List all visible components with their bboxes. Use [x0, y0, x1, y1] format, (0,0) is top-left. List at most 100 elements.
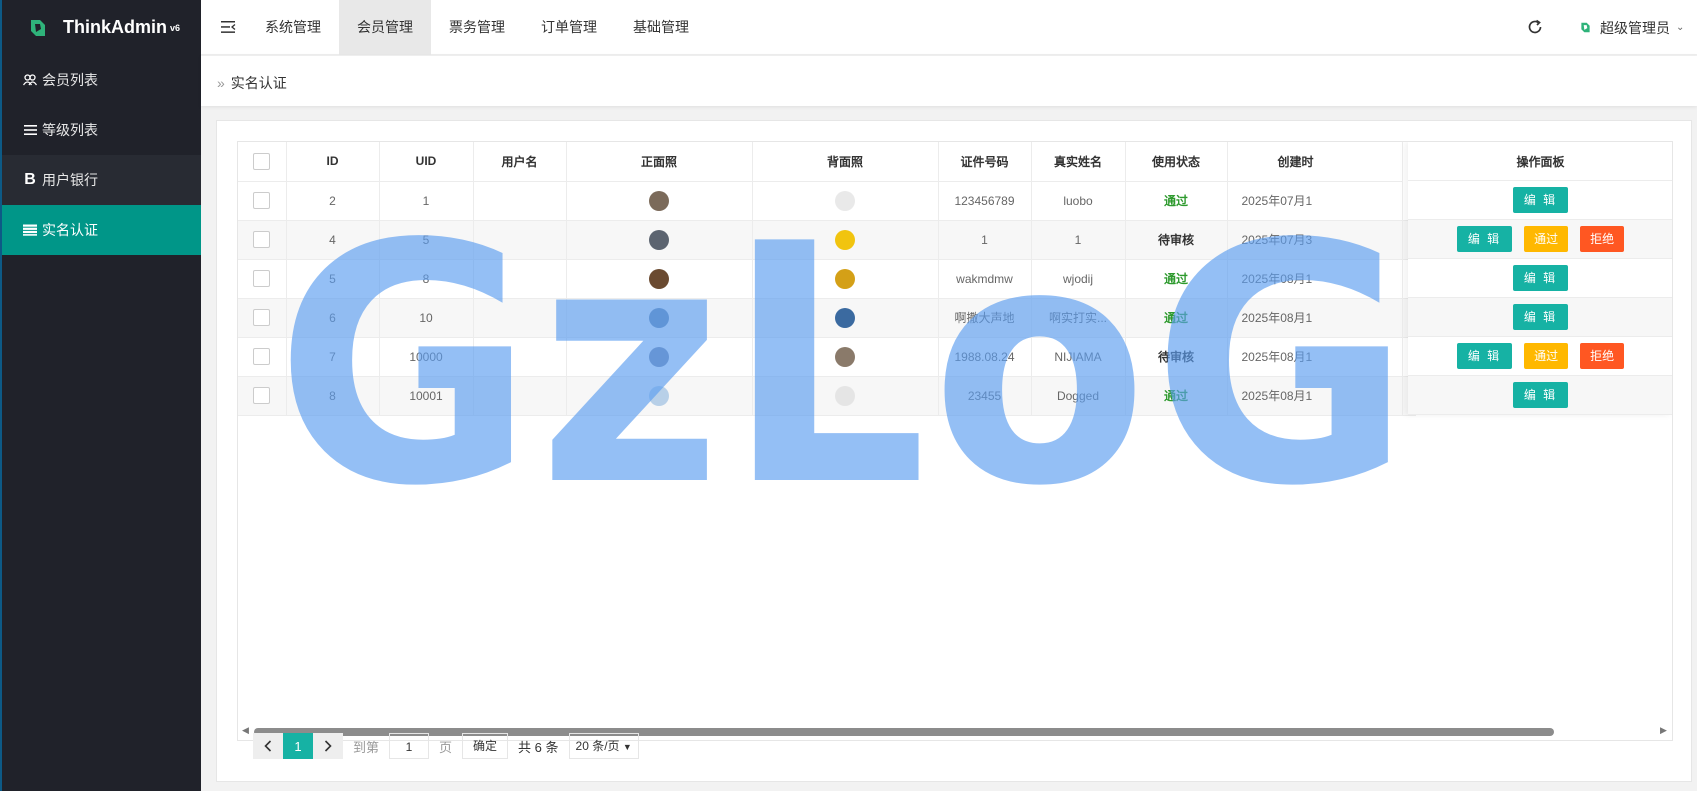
cell-front-photo: [566, 259, 753, 299]
page-size-select[interactable]: 20 条/页 ▼: [568, 733, 639, 759]
row-checkbox[interactable]: [253, 348, 271, 365]
scroll-left-icon[interactable]: ◀: [242, 725, 249, 736]
reject-button[interactable]: 拒绝: [1580, 226, 1625, 252]
cell-uid: 10: [379, 298, 474, 338]
cell-real-name: 啊实打实...: [1031, 298, 1126, 338]
cell-real-name: wjodij: [1031, 259, 1126, 299]
back-photo-thumbnail[interactable]: [835, 268, 855, 289]
table-icon: [22, 224, 38, 236]
edit-button[interactable]: 编 辑: [1512, 304, 1569, 330]
cell-created: 2025年07月3: [1227, 220, 1403, 260]
row-checkbox[interactable]: [253, 387, 271, 404]
nav-basic[interactable]: 基础管理: [615, 0, 707, 55]
front-photo-thumbnail[interactable]: [649, 307, 669, 328]
cell-status: 待审核: [1125, 337, 1228, 377]
cell-username: [473, 259, 567, 299]
reject-button[interactable]: 拒绝: [1580, 343, 1625, 369]
cell-username: [473, 220, 567, 260]
double-chevron-icon: »: [217, 75, 225, 91]
cell-back-photo: [752, 298, 939, 338]
edit-button[interactable]: 编 辑: [1456, 226, 1513, 252]
cell-created: 2025年07月1: [1227, 181, 1403, 221]
edit-button[interactable]: 编 辑: [1512, 187, 1569, 213]
table-row[interactable]: 4 5 1 1 待审核 2025年07月3: [238, 220, 1416, 260]
cell-back-photo: [752, 220, 939, 260]
back-photo-thumbnail[interactable]: [835, 190, 855, 211]
edit-button[interactable]: 编 辑: [1512, 265, 1569, 291]
column-header[interactable]: 真实姓名: [1031, 142, 1126, 182]
user-menu[interactable]: 超级管理员 ⌄: [1579, 0, 1684, 55]
sidebar-item-realname[interactable]: 实名认证: [2, 205, 201, 255]
sidebar-item-level-list[interactable]: 等级列表: [2, 105, 201, 155]
table-row[interactable]: 2 1 123456789 luobo 通过 2025年07月1: [238, 181, 1416, 221]
app-name: ThinkAdmin: [63, 17, 167, 37]
data-table: ID UID 用户名 正面照 背面照 证件号码 真实姓名 使用状态 创建时 21…: [237, 141, 1673, 741]
refresh-icon[interactable]: [1526, 18, 1544, 36]
goto-confirm-button[interactable]: 确定: [462, 733, 509, 759]
table-row[interactable]: 6 10 啊撒大声地 啊实打实... 通过 2025年08月1: [238, 298, 1416, 338]
row-checkbox[interactable]: [253, 192, 271, 209]
back-photo-thumbnail[interactable]: [835, 346, 855, 367]
cell-front-photo: [566, 337, 753, 377]
row-checkbox[interactable]: [253, 231, 271, 248]
status-badge: 待审核: [1157, 233, 1194, 247]
front-photo-thumbnail[interactable]: [649, 385, 669, 406]
cell-id: 7: [286, 337, 380, 377]
scroll-right-icon[interactable]: ▶: [1660, 725, 1667, 736]
table-row[interactable]: 5 8 wakmdmw wjodij 通过 2025年08月1: [238, 259, 1416, 299]
menu-toggle-icon[interactable]: [219, 18, 237, 36]
app-logo[interactable]: ThinkAdmin v6: [2, 0, 201, 55]
column-header[interactable]: 证件号码: [938, 142, 1032, 182]
back-photo-thumbnail[interactable]: [835, 229, 855, 250]
page-number-current[interactable]: 1: [283, 733, 313, 759]
edit-button[interactable]: 编 辑: [1456, 343, 1513, 369]
front-photo-thumbnail[interactable]: [649, 190, 669, 211]
cell-real-name: luobo: [1031, 181, 1126, 221]
nav-member[interactable]: 会员管理: [339, 0, 431, 55]
nav-ticket[interactable]: 票务管理: [431, 0, 523, 55]
cell-username: [473, 298, 567, 338]
sidebar: ThinkAdmin v6 会员列表 等级列表 B 用户银行 实名认证: [0, 0, 201, 791]
edit-button[interactable]: 编 辑: [1512, 382, 1569, 408]
column-header[interactable]: 创建时: [1227, 142, 1403, 182]
cell-back-photo: [752, 259, 939, 299]
sidebar-item-user-bank[interactable]: B 用户银行: [2, 155, 201, 205]
table-row[interactable]: 8 10001 23455 Dogged 通过 2025年08月1: [238, 376, 1416, 416]
user-logo-icon: [1579, 21, 1592, 34]
back-photo-thumbnail[interactable]: [835, 307, 855, 328]
prev-page-button[interactable]: [253, 733, 283, 759]
sidebar-item-member-list[interactable]: 会员列表: [2, 55, 201, 105]
nav-system[interactable]: 系统管理: [247, 0, 339, 55]
front-photo-thumbnail[interactable]: [649, 268, 669, 289]
approve-button[interactable]: 通过: [1524, 226, 1569, 252]
front-photo-thumbnail[interactable]: [649, 346, 669, 367]
column-header[interactable]: UID: [379, 142, 474, 182]
breadcrumb-bar: » 实名认证: [201, 56, 1697, 106]
goto-page-input[interactable]: 1: [389, 733, 430, 759]
row-select-cell: [238, 220, 287, 260]
column-header[interactable]: 使用状态: [1125, 142, 1228, 182]
row-checkbox[interactable]: [253, 309, 271, 326]
status-badge: 通过: [1163, 194, 1188, 208]
row-checkbox[interactable]: [253, 270, 271, 287]
operations-cell: 编 辑: [1408, 181, 1672, 220]
top-header: 系统管理 会员管理 票务管理 订单管理 基础管理 超级管理员 ⌄: [201, 0, 1697, 55]
nav-order[interactable]: 订单管理: [523, 0, 615, 55]
page-size-value: 20 条/页: [575, 739, 620, 753]
approve-button[interactable]: 通过: [1524, 343, 1569, 369]
table-row[interactable]: 7 10000 1988.08.24 NIJIAMA 待审核 2025年08月1: [238, 337, 1416, 377]
total-count: 共 6 条: [518, 739, 559, 755]
operations-column: 操作面板 编 辑编 辑通过 拒绝编 辑编 辑编 辑通过 拒绝编 辑: [1408, 142, 1672, 415]
top-nav: 系统管理 会员管理 票务管理 订单管理 基础管理: [247, 0, 707, 55]
column-header[interactable]: 背面照: [752, 142, 939, 182]
column-header[interactable]: 用户名: [473, 142, 567, 182]
cell-id: 8: [286, 376, 380, 416]
next-page-button[interactable]: [313, 733, 343, 759]
column-header[interactable]: ID: [286, 142, 380, 182]
cell-uid: 1: [379, 181, 474, 221]
column-header[interactable]: 正面照: [566, 142, 753, 182]
status-badge: 通过: [1163, 311, 1188, 325]
select-all-checkbox[interactable]: [253, 152, 271, 170]
front-photo-thumbnail[interactable]: [649, 229, 669, 250]
back-photo-thumbnail[interactable]: [835, 385, 855, 406]
